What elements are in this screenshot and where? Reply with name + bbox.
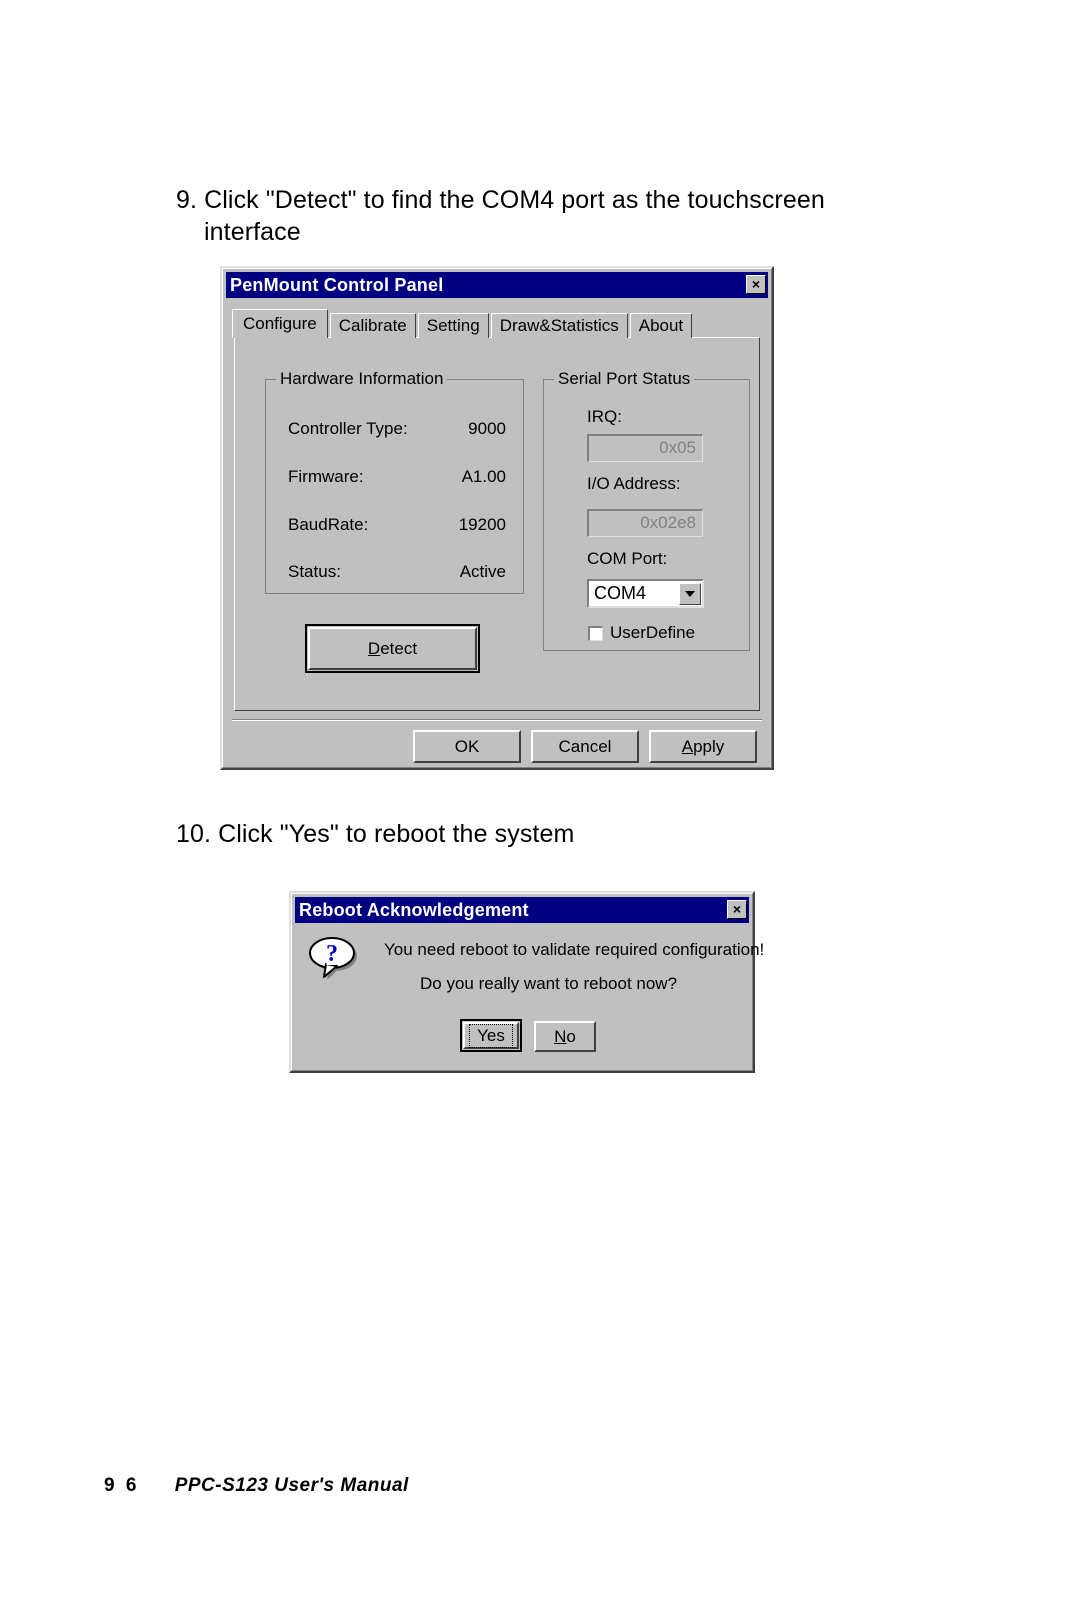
tab-setting[interactable]: Setting: [417, 313, 489, 338]
close-icon-glyph: ×: [751, 275, 761, 292]
baudrate-label: BaudRate:: [288, 515, 369, 534]
step-9-instruction: 9. Click "Detect" to find the COM4 port …: [176, 184, 896, 248]
tab-setting-label: Setting: [426, 316, 480, 335]
penmount-tabstrip: Configure Calibrate Setting Draw&Statist…: [232, 309, 694, 338]
apply-button[interactable]: Apply: [649, 730, 757, 763]
hardware-information-title: Hardware Information: [276, 369, 448, 389]
reboot-titlebar: Reboot Acknowledgement ×: [295, 897, 749, 923]
status-value: Active: [459, 562, 506, 581]
status-label: Status:: [288, 562, 341, 581]
no-button[interactable]: No: [534, 1021, 596, 1052]
svg-text:?: ?: [326, 941, 338, 967]
apply-button-label: Apply: [681, 736, 725, 756]
irq-value: 0x05: [659, 438, 696, 457]
close-icon[interactable]: ×: [727, 900, 747, 919]
ok-button-label: OK: [454, 736, 480, 756]
cancel-button-label: Cancel: [558, 736, 612, 756]
close-icon-glyph: ×: [732, 900, 742, 917]
com-port-value: COM4: [594, 583, 647, 603]
userdefine-checkbox-label: UserDefine: [610, 623, 696, 642]
tab-draw-statistics-label: Draw&Statistics: [499, 316, 619, 335]
tab-draw-statistics[interactable]: Draw&Statistics: [490, 313, 628, 338]
penmount-title: PenMount Control Panel: [230, 274, 444, 295]
footer-page-number: 9 6: [104, 1475, 140, 1496]
tab-calibrate-label: Calibrate: [338, 316, 407, 335]
tab-configure[interactable]: Configure: [232, 309, 328, 338]
penmount-titlebar: PenMount Control Panel ×: [226, 272, 768, 298]
footer-manual-title: PPC-S123 User's Manual: [174, 1475, 409, 1496]
step-10-text: 10. Click "Yes" to reboot the system: [176, 820, 575, 848]
step-9-line1: Click "Detect" to find the COM4 port as …: [204, 186, 825, 214]
serial-port-status-title: Serial Port Status: [554, 369, 695, 389]
io-address-value-field: 0x02e8: [587, 509, 703, 537]
irq-value-field: 0x05: [587, 434, 703, 462]
baudrate-value: 19200: [458, 515, 506, 534]
question-bubble-icon: ?: [307, 932, 359, 984]
chevron-down-icon[interactable]: [679, 582, 701, 605]
page-footer: 9 6 PPC-S123 User's Manual: [104, 1475, 409, 1497]
reboot-acknowledgement-window: Reboot Acknowledgement × ? You need rebo…: [289, 891, 764, 1073]
step-9-number: 9.: [176, 186, 198, 214]
reboot-message-line1: You need reboot to validate required con…: [384, 940, 765, 959]
reboot-message-line2: Do you really want to reboot now?: [420, 974, 678, 993]
com-port-select[interactable]: COM4: [587, 579, 704, 608]
userdefine-checkbox[interactable]: UserDefine: [588, 623, 695, 643]
tab-calibrate[interactable]: Calibrate: [329, 313, 416, 338]
com-port-label: COM Port:: [587, 549, 668, 568]
footer-divider: [232, 719, 762, 721]
tab-about-label: About: [638, 316, 684, 335]
tab-about[interactable]: About: [629, 313, 693, 338]
penmount-control-panel-window: PenMount Control Panel × Configure Calib…: [220, 266, 774, 770]
detect-button[interactable]: Detect: [305, 624, 480, 673]
reboot-title: Reboot Acknowledgement: [299, 899, 529, 920]
firmware-value: A1.00: [461, 467, 506, 486]
yes-button-label: Yes: [469, 1023, 513, 1048]
cancel-button[interactable]: Cancel: [531, 730, 639, 763]
controller-type-label: Controller Type:: [288, 419, 408, 438]
yes-button[interactable]: Yes: [460, 1019, 522, 1052]
io-address-value: 0x02e8: [640, 513, 696, 532]
hardware-information-group: Hardware Information Controller Type: 90…: [265, 369, 524, 594]
no-button-label: No: [554, 1026, 576, 1046]
ok-button[interactable]: OK: [413, 730, 521, 763]
irq-label: IRQ:: [587, 407, 622, 426]
controller-type-value: 9000: [468, 419, 506, 438]
io-address-label: I/O Address:: [587, 474, 681, 493]
detect-button-label: Detect: [367, 638, 418, 658]
userdefine-checkbox-box[interactable]: [588, 625, 603, 641]
tab-configure-label: Configure: [243, 314, 317, 333]
serial-port-status-group: Serial Port Status IRQ: 0x05 I/O Address…: [543, 369, 750, 651]
close-icon[interactable]: ×: [746, 275, 766, 294]
step-9-line2: interface: [204, 218, 301, 246]
firmware-label: Firmware:: [288, 467, 364, 486]
step-10-instruction: 10. Click "Yes" to reboot the system: [176, 818, 896, 850]
